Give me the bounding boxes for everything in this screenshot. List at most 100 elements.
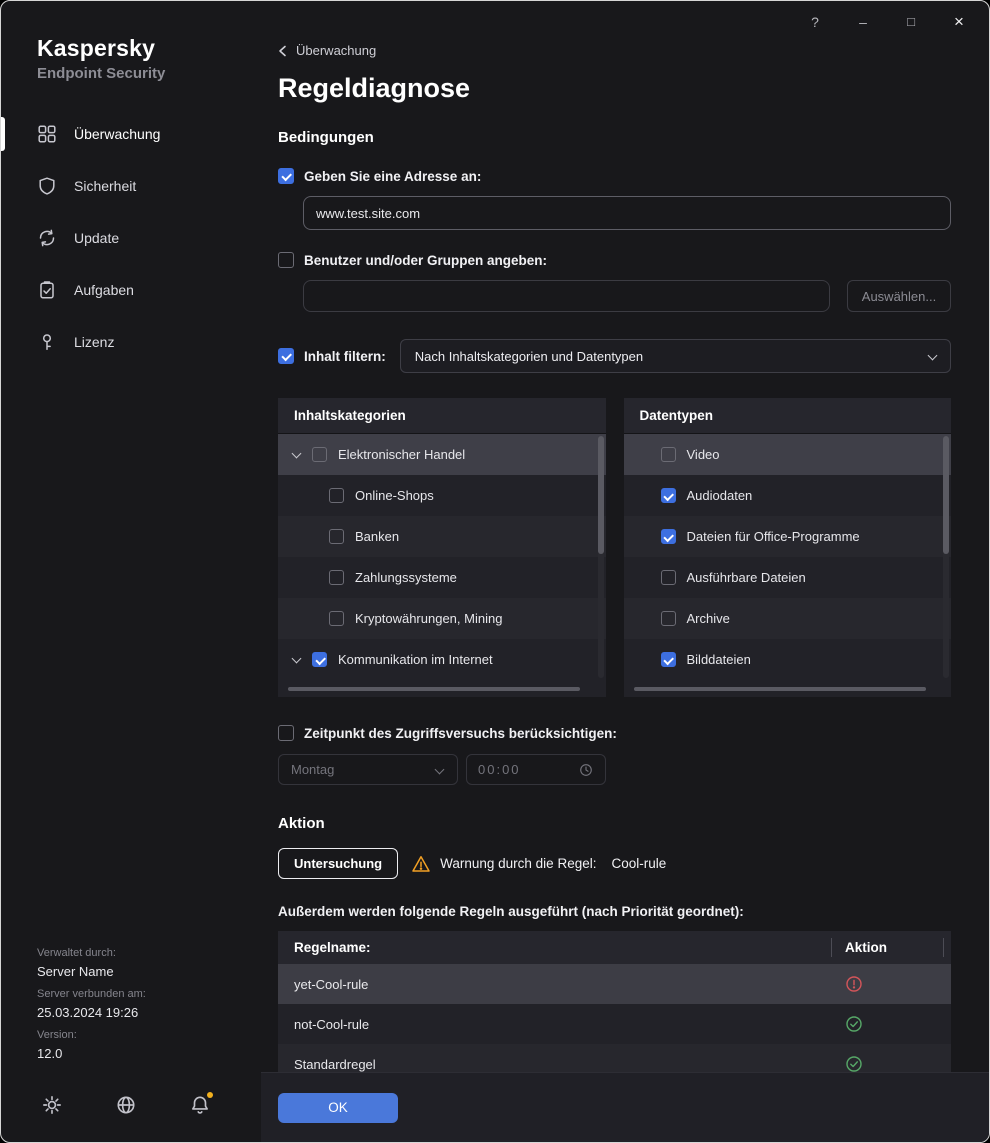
- time-field[interactable]: 00:00: [466, 754, 606, 785]
- checkbox[interactable]: [329, 488, 344, 503]
- chevron-down-icon[interactable]: [292, 448, 302, 458]
- category-row[interactable]: Banken: [278, 516, 606, 557]
- back-label: Überwachung: [296, 43, 376, 58]
- checkbox[interactable]: [661, 488, 676, 503]
- action-heading: Aktion: [278, 815, 951, 832]
- checkbox[interactable]: [329, 570, 344, 585]
- help-button[interactable]: ?: [803, 10, 827, 34]
- datatype-row[interactable]: Bilddateien: [624, 639, 952, 680]
- sidebar-item-ueberwachung[interactable]: Überwachung: [1, 108, 261, 160]
- server-connected-label: Server verbunden am:: [37, 988, 146, 1002]
- rules-intro-text: Außerdem werden folgende Regeln ausgefüh…: [278, 904, 951, 919]
- version-value: 12.0: [37, 1046, 146, 1062]
- users-checkbox-row[interactable]: Benutzer und/oder Gruppen angeben:: [278, 252, 547, 268]
- warning-icon: [411, 854, 431, 874]
- scrollbar-thumb[interactable]: [943, 436, 949, 554]
- table-row[interactable]: yet-Cool-rule: [278, 964, 951, 1004]
- vertical-scrollbar[interactable]: [943, 436, 949, 678]
- scrollbar-thumb[interactable]: [598, 436, 604, 554]
- notification-dot: [207, 1092, 213, 1098]
- footer-bar: OK: [261, 1072, 989, 1142]
- filter-panels: Inhaltskategorien Elektronischer Handel …: [278, 398, 951, 697]
- rule-name-cell: not-Cool-rule: [278, 1017, 831, 1032]
- globe-icon[interactable]: [115, 1094, 137, 1116]
- vertical-scrollbar[interactable]: [598, 436, 604, 678]
- users-input-row: Auswählen...: [303, 280, 951, 312]
- column-header-rulename: Regelname:: [278, 940, 831, 955]
- scrollbar-thumb[interactable]: [634, 687, 926, 691]
- category-row[interactable]: Kryptowährungen, Mining: [278, 598, 606, 639]
- filter-select[interactable]: Nach Inhaltskategorien und Datentypen: [400, 339, 951, 373]
- datatype-label: Bilddateien: [687, 652, 751, 667]
- minimize-button[interactable]: –: [851, 10, 875, 34]
- checkbox[interactable]: [661, 652, 676, 667]
- categories-header: Inhaltskategorien: [278, 398, 606, 434]
- app-window: ? – □ × Kaspersky Endpoint Security Über…: [0, 0, 990, 1143]
- horizontal-scrollbar[interactable]: [634, 687, 936, 691]
- sidebar-bottom-icons: [41, 1094, 211, 1116]
- sidebar-item-update[interactable]: Update: [1, 212, 261, 264]
- category-row[interactable]: Zahlungssysteme: [278, 557, 606, 598]
- maximize-button[interactable]: □: [899, 10, 923, 34]
- ok-button[interactable]: OK: [278, 1093, 398, 1123]
- checkbox[interactable]: [661, 611, 676, 626]
- datatype-row[interactable]: Ausführbare Dateien: [624, 557, 952, 598]
- time-value: 00:00: [478, 762, 521, 777]
- sidebar-item-sicherheit[interactable]: Sicherheit: [1, 160, 261, 212]
- datatype-row[interactable]: Archive: [624, 598, 952, 639]
- category-label: Kryptowährungen, Mining: [355, 611, 502, 626]
- horizontal-scrollbar[interactable]: [288, 687, 590, 691]
- chevron-down-icon[interactable]: [292, 653, 302, 663]
- checkbox[interactable]: [661, 570, 676, 585]
- rules-table-header: Regelname: Aktion: [278, 931, 951, 964]
- datatype-label: Dateien für Office-Programme: [687, 529, 860, 544]
- time-label: Zeitpunkt des Zugriffsversuchs berücksic…: [304, 726, 617, 741]
- category-row[interactable]: Elektronischer Handel: [278, 434, 606, 475]
- checkbox[interactable]: [312, 447, 327, 462]
- address-checkbox[interactable]: [278, 168, 294, 184]
- back-link[interactable]: Überwachung: [278, 43, 376, 58]
- day-select[interactable]: Montag: [278, 754, 458, 785]
- checkbox[interactable]: [329, 529, 344, 544]
- users-input[interactable]: [303, 280, 830, 312]
- bell-icon[interactable]: [189, 1094, 211, 1116]
- users-label: Benutzer und/oder Gruppen angeben:: [304, 253, 547, 268]
- time-checkbox[interactable]: [278, 725, 294, 741]
- datatypes-header: Datentypen: [624, 398, 952, 434]
- datatype-row[interactable]: Audiodaten: [624, 475, 952, 516]
- table-row[interactable]: not-Cool-rule: [278, 1004, 951, 1044]
- address-checkbox-row[interactable]: Geben Sie eine Adresse an:: [278, 168, 481, 184]
- checkbox[interactable]: [661, 447, 676, 462]
- inspect-button[interactable]: Untersuchung: [278, 848, 398, 879]
- category-row[interactable]: Online-Shops: [278, 475, 606, 516]
- refresh-icon: [37, 228, 57, 248]
- blocked-status-icon: [845, 975, 863, 993]
- checkbox[interactable]: [329, 611, 344, 626]
- datatype-row[interactable]: Video: [624, 434, 952, 475]
- datatype-label: Archive: [687, 611, 730, 626]
- shield-icon: [37, 176, 57, 196]
- sidebar-item-lizenz[interactable]: Lizenz: [1, 316, 261, 368]
- category-row[interactable]: Kommunikation im Internet: [278, 639, 606, 680]
- sidebar-item-aufgaben[interactable]: Aufgaben: [1, 264, 261, 316]
- categories-panel: Inhaltskategorien Elektronischer Handel …: [278, 398, 606, 697]
- category-label: Banken: [355, 529, 399, 544]
- datatypes-panel: Datentypen Video Audiodaten Dateien für …: [624, 398, 952, 697]
- sidebar: Kaspersky Endpoint Security Überwachung …: [1, 1, 261, 1142]
- allowed-status-icon: [845, 1015, 863, 1033]
- address-input[interactable]: [303, 196, 951, 230]
- choose-button[interactable]: Auswählen...: [847, 280, 951, 312]
- checkbox[interactable]: [312, 652, 327, 667]
- checkbox[interactable]: [661, 529, 676, 544]
- datatype-row[interactable]: Dateien für Office-Programme: [624, 516, 952, 557]
- gear-icon[interactable]: [41, 1094, 63, 1116]
- titlebar: ? – □ ×: [803, 1, 989, 43]
- version-label: Version:: [37, 1029, 146, 1043]
- sidebar-item-label: Update: [74, 230, 119, 246]
- scrollbar-thumb[interactable]: [288, 687, 580, 691]
- time-checkbox-row[interactable]: Zeitpunkt des Zugriffsversuchs berücksic…: [278, 725, 617, 741]
- category-label: Zahlungssysteme: [355, 570, 457, 585]
- filter-checkbox[interactable]: [278, 348, 294, 364]
- close-button[interactable]: ×: [947, 10, 971, 34]
- users-checkbox[interactable]: [278, 252, 294, 268]
